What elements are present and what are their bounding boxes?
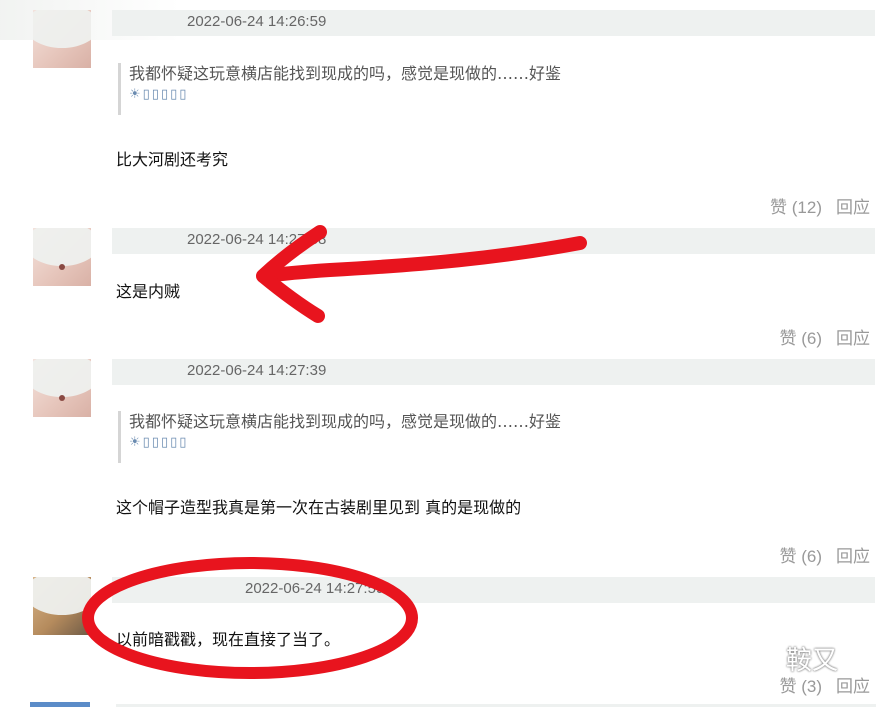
reply-button[interactable]: 回应 — [836, 198, 870, 217]
comment-header: 2022-06-24 14:27:39 — [112, 359, 875, 385]
comment-header: 2022-06-24 14:26:59 — [112, 10, 875, 36]
quoted-comment: 我都怀疑这玩意横店能找到现成的吗，感觉是现做的……好鉴 ☀▯▯▯▯▯ — [118, 63, 689, 115]
quote-text: 我都怀疑这玩意横店能找到现成的吗，感觉是现做的……好鉴 — [129, 412, 562, 431]
comment-header: 2022-06-24 14:27:38 — [112, 228, 875, 254]
comment-actions: 赞 (6) 回应 — [766, 542, 871, 567]
like-button[interactable]: 赞 (6) — [780, 547, 823, 566]
quoted-comment: 我都怀疑这玩意横店能找到现成的吗，感觉是现做的……好鉴 ☀▯▯▯▯▯ — [118, 411, 689, 463]
like-button[interactable]: 赞 (12) — [770, 198, 822, 217]
comment-actions: 赞 (12) 回应 — [756, 193, 870, 218]
comment-text: 这个帽子造型我真是第一次在古装剧里见到 真的是现做的 — [116, 498, 522, 517]
comment-text: 比大河剧还考究 — [116, 150, 229, 169]
comment-timestamp: 2022-06-24 14:27:38 — [187, 231, 327, 248]
avatar[interactable] — [33, 577, 91, 635]
blue-bar — [30, 702, 90, 707]
avatar[interactable] — [33, 359, 91, 417]
comment-text: 这是内贼 — [116, 282, 181, 301]
like-button[interactable]: 赞 (6) — [780, 329, 823, 348]
reply-button[interactable]: 回应 — [836, 677, 870, 696]
comment-actions: 赞 (6) 回应 — [766, 324, 871, 349]
avatar[interactable] — [33, 10, 91, 68]
quote-text: 我都怀疑这玩意横店能找到现成的吗，感觉是现做的……好鉴 — [129, 64, 562, 83]
avatar-detail — [59, 264, 65, 270]
comment-timestamp: 2022-06-24 14:26:59 — [187, 13, 327, 30]
like-button[interactable]: 赞 (3) — [780, 677, 823, 696]
comment-text: 以前暗戳戳，现在直接了当了。 — [116, 630, 341, 649]
reply-button[interactable]: 回应 — [836, 329, 870, 348]
comment-timestamp: 2022-06-24 14:27:39 — [187, 362, 327, 379]
avatar[interactable] — [33, 228, 91, 286]
comment-header: 2022-06-24 14:27:59 — [112, 577, 875, 603]
avatar-detail — [59, 395, 65, 401]
watermark: 鞍又 — [786, 646, 839, 676]
comment-timestamp: 2022-06-24 14:27:59 — [245, 580, 385, 597]
quote-author[interactable]: ☀▯▯▯▯▯ — [129, 435, 689, 450]
reply-button[interactable]: 回应 — [836, 547, 870, 566]
quote-author[interactable]: ☀▯▯▯▯▯ — [129, 87, 689, 102]
